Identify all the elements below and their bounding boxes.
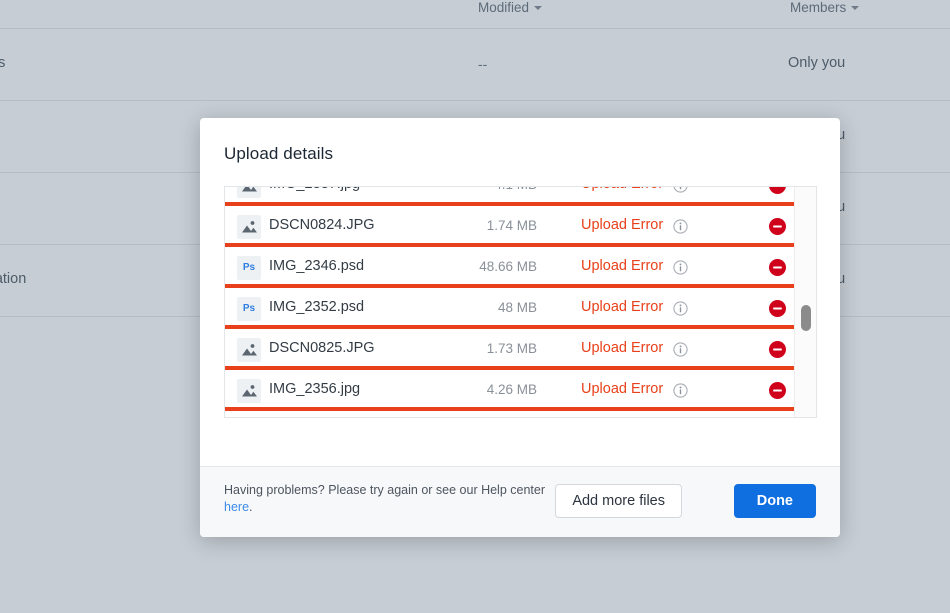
file-name: IMG_2356.jpg	[269, 381, 360, 397]
info-circle-icon[interactable]	[673, 301, 688, 316]
file-row[interactable]: Ps IMG_2346.psd 48.66 MB Upload Error	[225, 247, 795, 288]
file-list: IMG_2337.jpg4.1 MBUpload ErrorDSCN0824.J…	[225, 186, 795, 411]
file-row[interactable]: Ps IMG_2352.psd 48 MB Upload Error	[225, 288, 795, 329]
remove-circle-icon[interactable]	[769, 341, 786, 358]
help-center-link[interactable]: here	[224, 500, 249, 514]
image-file-icon	[237, 215, 261, 239]
file-size: 1.73 MB	[487, 341, 537, 356]
image-file-icon	[237, 379, 261, 403]
scrollbar-track[interactable]	[794, 187, 816, 417]
file-list-scroll-viewport[interactable]: IMG_2337.jpg4.1 MBUpload ErrorDSCN0824.J…	[224, 186, 817, 418]
info-circle-icon[interactable]	[673, 186, 688, 193]
psd-file-icon: Ps	[237, 297, 261, 321]
upload-status: Upload Error	[581, 299, 663, 315]
footer-help-text-after: .	[249, 500, 252, 514]
file-row[interactable]: IMG_2356.jpg 4.26 MB Upload Error	[225, 370, 795, 411]
upload-status: Upload Error	[581, 217, 663, 233]
add-more-files-button[interactable]: Add more files	[555, 484, 682, 518]
dialog-footer: Having problems? Please try again or see…	[200, 466, 840, 537]
file-name: DSCN0824.JPG	[269, 217, 375, 233]
psd-file-icon: Ps	[237, 256, 261, 280]
remove-circle-icon[interactable]	[769, 382, 786, 399]
remove-circle-icon[interactable]	[769, 259, 786, 276]
file-name: DSCN0825.JPG	[269, 340, 375, 356]
file-size: 48.66 MB	[479, 259, 537, 274]
upload-status: Upload Error	[581, 258, 663, 274]
image-file-icon	[237, 186, 261, 198]
file-row[interactable]: DSCN0825.JPG 1.73 MB Upload Error	[225, 329, 795, 370]
file-name: IMG_2346.psd	[269, 258, 364, 274]
file-name: IMG_2337.jpg	[269, 186, 360, 192]
file-size: 4.26 MB	[487, 382, 537, 397]
file-row[interactable]: DSCN0824.JPG 1.74 MB Upload Error	[225, 206, 795, 247]
remove-circle-icon[interactable]	[769, 300, 786, 317]
upload-details-dialog: Upload details IMG_2337.jpg 4.1 MB Upload …	[200, 118, 840, 537]
footer-help-text-before: Having problems? Please try again or see…	[224, 483, 545, 497]
remove-circle-icon[interactable]	[769, 218, 786, 235]
dialog-title: Upload details	[224, 144, 333, 164]
info-circle-icon[interactable]	[673, 219, 688, 234]
remove-circle-icon[interactable]	[769, 186, 786, 194]
scrollbar-thumb[interactable]	[801, 305, 811, 331]
file-row[interactable]: IMG_2337.jpg 4.1 MB Upload Error	[225, 186, 795, 206]
file-name: IMG_2352.psd	[269, 299, 364, 315]
upload-status: Upload Error	[581, 381, 663, 397]
image-file-icon	[237, 338, 261, 362]
upload-status: Upload Error	[581, 340, 663, 356]
upload-status: Upload Error	[581, 186, 663, 192]
done-button[interactable]: Done	[734, 484, 816, 518]
info-circle-icon[interactable]	[673, 342, 688, 357]
file-size: 4.1 MB	[494, 186, 537, 192]
info-circle-icon[interactable]	[673, 260, 688, 275]
info-circle-icon[interactable]	[673, 383, 688, 398]
file-size: 48 MB	[498, 300, 537, 315]
footer-help-text: Having problems? Please try again or see…	[224, 482, 554, 516]
file-size: 1.74 MB	[487, 218, 537, 233]
